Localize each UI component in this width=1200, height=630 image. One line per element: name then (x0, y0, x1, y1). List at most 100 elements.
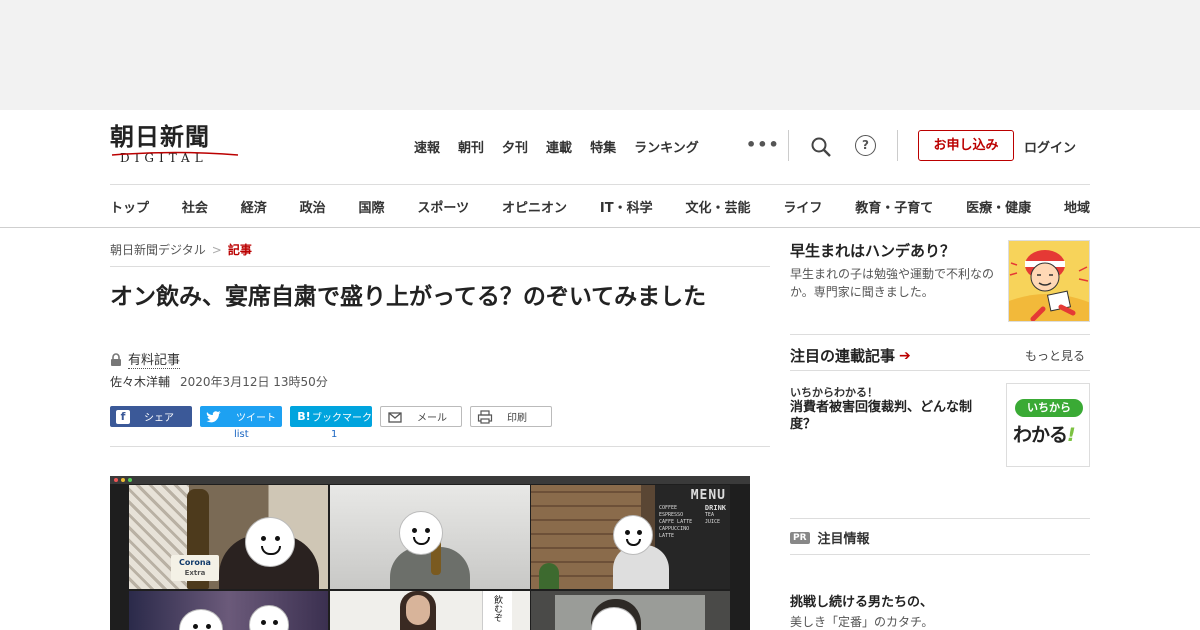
author-name: 佐々木洋輔 (110, 375, 171, 389)
lock-icon (111, 352, 121, 366)
pr-article-title[interactable]: 挑戦し続ける男たちの、 (790, 591, 933, 610)
category-it-science[interactable]: IT・科学 (600, 197, 653, 216)
face-blur-icon (179, 609, 223, 630)
print-label: 印刷 (507, 413, 527, 424)
nav-item-ranking[interactable]: ランキング (634, 137, 699, 156)
breadcrumb: 朝日新聞デジタル > 記事 (110, 241, 252, 258)
category-sports[interactable]: スポーツ (417, 197, 469, 216)
print-icon (477, 409, 493, 424)
bottle-sublabel: Extra (184, 569, 206, 577)
video-tile (129, 591, 328, 630)
menu-title: MENU (690, 488, 726, 503)
article-title: オン飲み、宴席自粛で盛り上がってる？のぞいてみました (110, 284, 707, 310)
hatena-icon: B! (297, 410, 311, 423)
category-life[interactable]: ライフ (783, 197, 822, 216)
breadcrumb-separator: > (211, 243, 222, 257)
wakaru-bottom-label: わかる (1013, 424, 1068, 446)
sidebar-feature-title[interactable]: 早生まれはハンデあり？ (790, 240, 955, 261)
help-icon[interactable]: ? (855, 135, 876, 156)
hatena-count[interactable]: 1 (331, 429, 337, 440)
facebook-icon: f (116, 409, 130, 424)
pr-heading: PR 注目情報 (790, 528, 870, 547)
hatena-bookmark-button[interactable]: B! ブックマーク 1 (290, 406, 372, 440)
video-tile (330, 485, 530, 589)
nav-item-evening[interactable]: 夕刊 (502, 137, 528, 156)
nav-item-features[interactable]: 特集 (590, 137, 616, 156)
category-region[interactable]: 地域 (1064, 197, 1090, 216)
menu-item: ESPRESSO (659, 512, 684, 518)
byline: 佐々木洋輔 2020年3月12日 13時50分 (110, 373, 328, 390)
category-economy[interactable]: 経済 (241, 197, 267, 216)
nav-item-morning[interactable]: 朝刊 (458, 137, 484, 156)
search-icon[interactable] (810, 136, 832, 158)
video-tile: Corona Extra (129, 485, 328, 589)
series-heading[interactable]: 注目の連載記事 ➔ (790, 345, 911, 366)
divider (790, 554, 1090, 555)
logo-japanese-text: 朝日新聞 (110, 122, 210, 151)
print-button[interactable]: 印刷 (470, 406, 552, 427)
menu-item: DRINK (704, 504, 726, 512)
wakaru-top-label: いちから (1015, 399, 1083, 417)
facebook-share-button[interactable]: f シェア (110, 406, 192, 427)
mail-share-label: メール (417, 413, 447, 424)
twitter-icon (206, 410, 221, 422)
pr-heading-text: 注目情報 (817, 532, 870, 547)
category-culture[interactable]: 文化・芸能 (685, 197, 750, 216)
divider (790, 370, 1090, 371)
category-health[interactable]: 医療・健康 (966, 197, 1031, 216)
divider (790, 334, 1090, 335)
header-divider (897, 130, 898, 161)
category-politics[interactable]: 政治 (300, 197, 326, 216)
menu-item: LATTE (659, 533, 675, 539)
face-blur-icon (613, 515, 653, 555)
arrow-right-icon: ➔ (899, 347, 911, 364)
menu-item: CAFFE LATTE (659, 519, 693, 525)
category-opinion[interactable]: オピニオン (502, 197, 567, 216)
nav-item-breaking[interactable]: 速報 (414, 137, 440, 156)
logo-swoosh-icon (111, 151, 239, 156)
share-buttons: f シェア ツイート list B! ブックマーク 1 メール 印刷 (110, 406, 552, 440)
divider (110, 446, 770, 447)
pr-article-description: 美しき「定番」のカタチ。 (790, 615, 934, 629)
twitter-share-button[interactable]: ツイート list (200, 406, 282, 440)
twitter-count[interactable]: list (234, 429, 249, 440)
category-navigation: トップ 社会 経済 政治 国際 スポーツ オピニオン IT・科学 文化・芸能 ラ… (110, 197, 1090, 216)
asahi-digital-logo[interactable]: 朝日新聞 DIGITAL (110, 123, 240, 169)
paid-article-label[interactable]: 有料記事 (110, 349, 181, 369)
apply-button[interactable]: お申し込み (918, 130, 1014, 161)
site-header: 朝日新聞 DIGITAL 速報 朝刊 夕刊 連載 特集 ランキング ••• ? … (0, 110, 1200, 228)
video-call-titlebar (110, 476, 750, 484)
sidebar-feature-thumbnail[interactable] (1008, 240, 1090, 322)
face-blur-icon (245, 517, 295, 567)
pr-badge: PR (790, 531, 810, 544)
top-navigation: 速報 朝刊 夕刊 連載 特集 ランキング (414, 137, 699, 156)
more-menu-icon[interactable]: ••• (746, 135, 780, 154)
running-child-illustration-icon (1009, 250, 1089, 321)
menu-item: JUICE (704, 519, 720, 525)
mail-share-button[interactable]: メール (380, 406, 462, 427)
exclamation-icon: ! (1067, 424, 1076, 446)
divider (790, 518, 1090, 519)
menu-item: CAPPUCCINO (659, 526, 690, 532)
breadcrumb-home[interactable]: 朝日新聞デジタル (110, 243, 206, 257)
article-photo: Corona Extra MENU COFFEE ESPRESSO CAFFE (110, 476, 750, 630)
category-top[interactable]: トップ (110, 197, 149, 216)
category-international[interactable]: 国際 (359, 197, 385, 216)
face-blur-icon (249, 605, 289, 630)
wakaru-thumbnail[interactable]: いちから わかる! (1006, 383, 1090, 467)
video-tile: 飲むぞ (330, 591, 530, 630)
publish-date: 2020年3月12日 13時50分 (180, 375, 328, 389)
series-article-title[interactable]: 消費者被害回復裁判、どんな制度？ (790, 399, 996, 433)
header-divider-line (110, 184, 1090, 185)
nav-item-series[interactable]: 連載 (546, 137, 572, 156)
category-society[interactable]: 社会 (182, 197, 208, 216)
hatena-bookmark-label: ブックマーク (312, 413, 372, 424)
twitter-share-label: ツイート (236, 413, 276, 424)
login-link[interactable]: ログイン (1024, 137, 1076, 156)
header-divider (788, 130, 789, 161)
divider (110, 266, 770, 267)
sidebar-feature-description: 早生まれの子は勉強や運動で不利なのか。専門家に聞きました。 (790, 267, 995, 299)
category-education[interactable]: 教育・子育て (855, 197, 933, 216)
video-tile (531, 591, 730, 630)
more-link[interactable]: もっと見る (1025, 347, 1085, 364)
